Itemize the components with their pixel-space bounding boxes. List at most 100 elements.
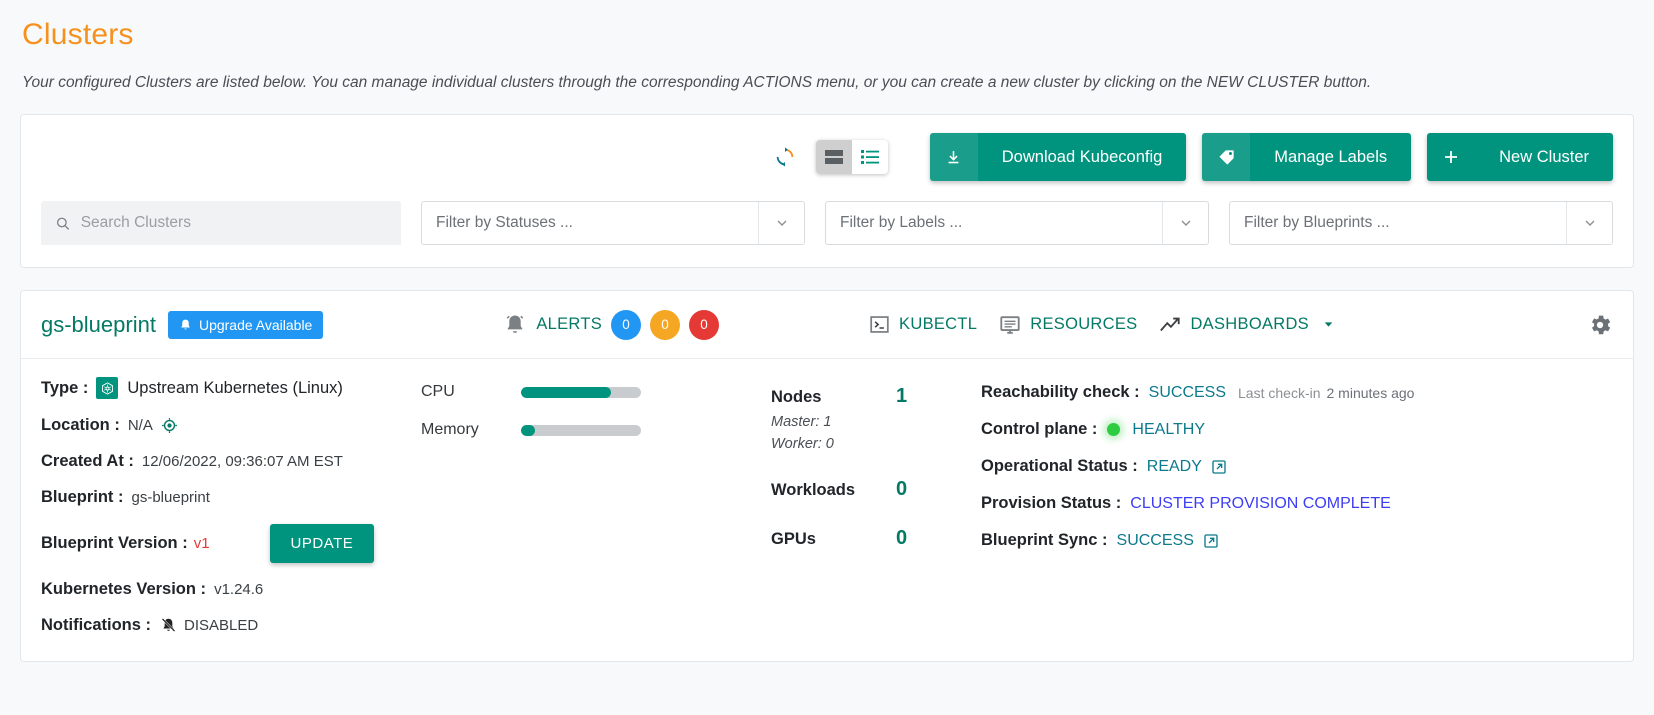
bell-off-icon	[160, 617, 177, 634]
blueprint-key: Blueprint :	[41, 488, 124, 506]
manage-labels-label: Manage Labels	[1274, 147, 1388, 166]
view-toggle[interactable]	[815, 140, 888, 174]
filter-labels-select[interactable]: Filter by Labels ...	[825, 201, 1209, 245]
detail-kubernetes-version: Kubernetes Version : v1.24.6	[41, 580, 421, 599]
gear-icon	[1591, 315, 1611, 334]
provision-status-row: Provision Status : CLUSTER PROVISION COM…	[981, 494, 1613, 513]
dashboards-label: DASHBOARDS	[1190, 315, 1309, 333]
created-at-value: 12/06/2022, 09:36:07 AM EST	[141, 453, 343, 470]
type-key: Type :	[41, 378, 89, 397]
resources-action[interactable]: RESOURCES	[999, 314, 1137, 336]
cluster-status-column: Reachability check : SUCCESS Last check-…	[981, 377, 1613, 635]
blueprint-sync-row: Blueprint Sync : SUCCESS	[981, 531, 1613, 550]
detail-created-at: Created At : 12/06/2022, 09:36:07 AM EST	[41, 452, 421, 471]
blueprint-version-key: Blueprint Version :	[41, 534, 188, 552]
created-at-key: Created At :	[41, 452, 134, 470]
location-key: Location :	[41, 416, 120, 434]
download-icon	[929, 133, 978, 181]
alert-bell-icon	[507, 315, 524, 333]
search-input[interactable]	[80, 214, 387, 232]
kubernetes-icon	[96, 377, 119, 399]
health-status-dot	[1107, 423, 1121, 436]
blueprint-version-value: v1	[193, 535, 210, 552]
blueprint-sync-key: Blueprint Sync :	[981, 531, 1108, 549]
clusters-page: Clusters Your configured Clusters are li…	[0, 0, 1654, 662]
cluster-card-body: Type : Upstream Kubernetes (Linux) Locat…	[21, 359, 1633, 661]
cpu-bar	[521, 386, 641, 398]
detail-notifications: Notifications : DISABLED	[41, 616, 421, 635]
dashboards-action[interactable]: DASHBOARDS	[1159, 315, 1335, 334]
new-cluster-button[interactable]: New Cluster	[1427, 133, 1613, 181]
cluster-settings-button[interactable]	[1587, 312, 1613, 338]
cpu-label: CPU	[421, 383, 455, 400]
detail-blueprint: Blueprint : gs-blueprint	[41, 488, 421, 507]
cluster-card: gs-blueprint Upgrade Available ALERTS 0 …	[20, 290, 1634, 662]
filter-labels-value: Filter by Labels ...	[840, 214, 963, 231]
gpus-label: GPUs	[771, 529, 816, 548]
tag-icon	[1202, 133, 1251, 181]
memory-gauge: Memory	[421, 421, 771, 439]
location-pin-icon[interactable]	[161, 417, 178, 434]
cluster-actions: KUBECTL RESOURCES DASHBOARDS	[869, 314, 1335, 336]
page-title: Clusters	[22, 18, 134, 51]
alerts-group: ALERTS 0 0 0	[503, 309, 720, 340]
update-button[interactable]: UPDATE	[269, 524, 375, 563]
new-cluster-label: New Cluster	[1499, 147, 1589, 166]
control-plane-value: HEALTHY	[1132, 420, 1206, 438]
workloads-label: Workloads	[771, 480, 856, 499]
cpu-bar-fill	[521, 386, 611, 398]
page-subtitle: Your configured Clusters are listed belo…	[22, 74, 1372, 91]
control-plane-key: Control plane :	[981, 420, 1098, 438]
view-toggle-list[interactable]	[852, 140, 888, 174]
control-plane-row: Control plane : HEALTHY	[981, 420, 1613, 439]
kubernetes-version-key: Kubernetes Version :	[41, 580, 207, 598]
kubectl-label: KUBECTL	[899, 315, 978, 333]
memory-bar	[521, 424, 641, 436]
detail-type: Type : Upstream Kubernetes (Linux)	[41, 377, 421, 399]
download-kubeconfig-button[interactable]: Download Kubeconfig	[929, 133, 1187, 181]
card-view-icon	[824, 150, 843, 164]
manage-labels-button[interactable]: Manage Labels	[1202, 133, 1412, 181]
list-view-icon	[860, 150, 879, 164]
external-link-icon[interactable]	[1211, 459, 1227, 475]
workloads-value: 0	[896, 477, 908, 500]
cluster-counts-column: Nodes 1 Master: 1 Worker: 0 Workloads 0 …	[771, 377, 981, 635]
search-icon	[56, 217, 70, 230]
nodes-count-row: Nodes 1	[771, 385, 981, 408]
filter-statuses-select[interactable]: Filter by Statuses ...	[421, 201, 805, 245]
upgrade-available-label: Upgrade Available	[198, 316, 313, 333]
cluster-card-header: gs-blueprint Upgrade Available ALERTS 0 …	[21, 291, 1633, 359]
bell-icon	[181, 319, 190, 329]
external-link-icon[interactable]	[1203, 533, 1219, 549]
master-count: Master: 1	[771, 414, 832, 430]
filter-blueprints-select[interactable]: Filter by Blueprints ...	[1229, 201, 1613, 245]
operational-status-row: Operational Status : READY	[981, 457, 1613, 476]
chevron-down-icon[interactable]	[1566, 202, 1612, 244]
refresh-button[interactable]	[768, 140, 802, 174]
reachability-value: SUCCESS	[1148, 383, 1227, 401]
chevron-down-icon[interactable]	[1322, 318, 1335, 331]
alerts-warning-count[interactable]: 0	[650, 309, 681, 340]
last-checkin-value: 2 minutes ago	[1326, 384, 1415, 401]
alerts-label: ALERTS	[536, 315, 603, 333]
download-kubeconfig-label: Download Kubeconfig	[1001, 147, 1163, 166]
detail-location: Location : N/A	[41, 416, 421, 435]
chevron-down-icon[interactable]	[1162, 202, 1208, 244]
toolbar-panel: Download Kubeconfig Manage Labels New Cl…	[20, 114, 1634, 268]
search-clusters-box[interactable]	[41, 201, 401, 245]
cluster-details-column: Type : Upstream Kubernetes (Linux) Locat…	[41, 377, 421, 635]
filter-statuses-value: Filter by Statuses ...	[436, 214, 573, 231]
chevron-down-icon[interactable]	[758, 202, 804, 244]
alerts-info-count[interactable]: 0	[611, 309, 642, 340]
refresh-icon	[776, 147, 794, 167]
terminal-icon	[870, 316, 889, 333]
kubectl-action[interactable]: KUBECTL	[869, 314, 977, 335]
nodes-value: 1	[896, 385, 908, 407]
provision-status-value[interactable]: CLUSTER PROVISION COMPLETE	[1130, 495, 1391, 513]
alerts-critical-count[interactable]: 0	[689, 309, 720, 340]
cluster-name[interactable]: gs-blueprint	[41, 312, 156, 338]
gpus-value: 0	[896, 526, 908, 549]
worker-count: Worker: 0	[771, 436, 834, 453]
view-toggle-card[interactable]	[815, 140, 852, 174]
upgrade-available-badge[interactable]: Upgrade Available	[167, 310, 324, 339]
